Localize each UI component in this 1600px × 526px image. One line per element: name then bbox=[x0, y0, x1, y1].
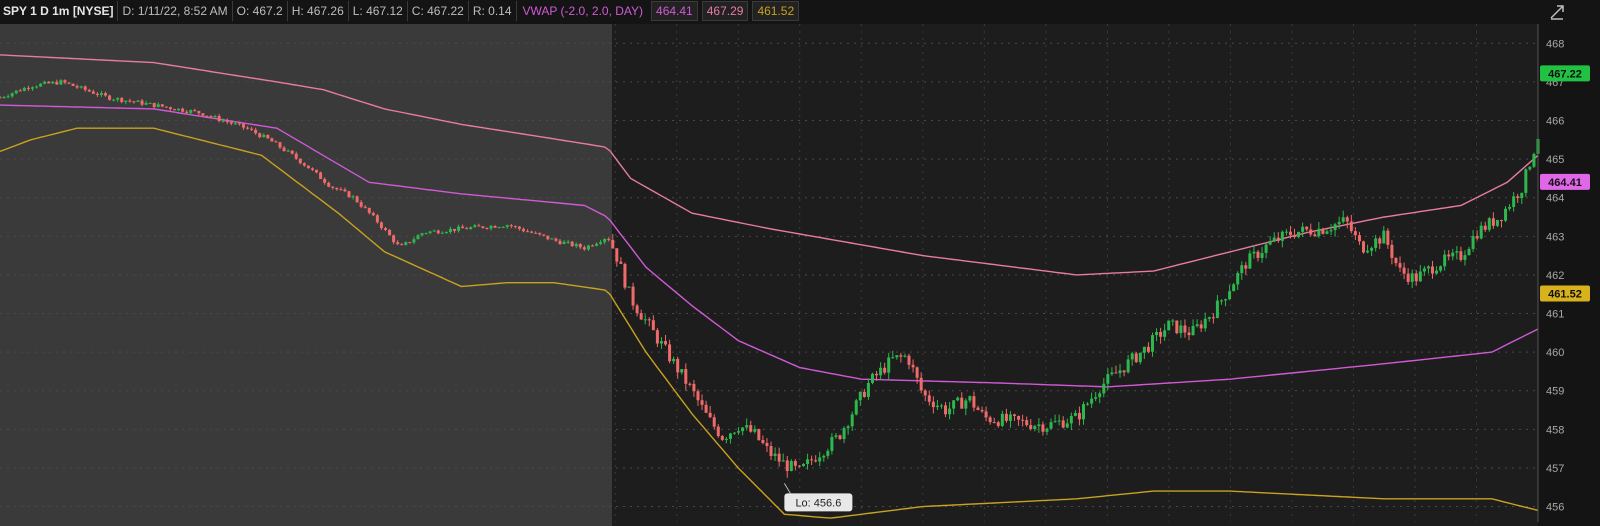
candle bbox=[388, 229, 392, 236]
low-marker-label: Lo: 456.6 bbox=[795, 497, 841, 509]
chart-app: { "header": { "symbol": "SPY 1 D 1m [NYS… bbox=[0, 0, 1600, 526]
candle bbox=[306, 165, 310, 169]
candle bbox=[623, 262, 627, 290]
y-tick-label: 459 bbox=[1546, 386, 1564, 398]
y-tick-label: 460 bbox=[1546, 347, 1564, 359]
price-tag: 464.41 bbox=[1540, 173, 1590, 190]
candle bbox=[1487, 216, 1491, 232]
price-chart[interactable]: 468467466465464463462461460459458457456 … bbox=[0, 0, 1600, 526]
y-tick-label: 456 bbox=[1546, 502, 1564, 514]
y-tick-label: 462 bbox=[1546, 270, 1564, 282]
candle bbox=[757, 428, 761, 441]
y-tick-label: 465 bbox=[1546, 154, 1564, 166]
price-tag: 461.52 bbox=[1540, 285, 1590, 302]
candle bbox=[108, 94, 112, 101]
candle bbox=[408, 242, 412, 244]
price-tag-label: 464.41 bbox=[1548, 177, 1582, 189]
candle bbox=[347, 190, 351, 198]
y-tick-label: 468 bbox=[1546, 38, 1564, 50]
y-tick-label: 466 bbox=[1546, 116, 1564, 128]
price-tag-label: 461.52 bbox=[1548, 288, 1582, 300]
candle bbox=[570, 240, 574, 247]
price-axis[interactable]: 468467466465464463462461460459458457456 bbox=[1537, 24, 1564, 522]
candle bbox=[201, 113, 205, 117]
price-tag-label: 467.22 bbox=[1548, 68, 1582, 80]
y-tick-label: 461 bbox=[1546, 309, 1564, 321]
y-tick-label: 464 bbox=[1546, 193, 1564, 205]
y-tick-label: 463 bbox=[1546, 231, 1564, 243]
y-tick-label: 457 bbox=[1546, 463, 1564, 475]
candle bbox=[355, 195, 359, 203]
y-tick-label: 458 bbox=[1546, 424, 1564, 436]
candle bbox=[854, 398, 858, 416]
candle bbox=[1532, 152, 1536, 169]
candle bbox=[870, 372, 874, 385]
candle bbox=[375, 213, 379, 224]
candle bbox=[1134, 351, 1138, 364]
candle bbox=[1524, 168, 1528, 197]
candle bbox=[627, 286, 631, 288]
candle bbox=[71, 83, 75, 87]
candle bbox=[1362, 240, 1366, 254]
candle bbox=[319, 171, 323, 180]
price-tags: 467.22 464.41 461.52 bbox=[1540, 65, 1590, 302]
candle bbox=[266, 134, 270, 139]
price-tag: 467.22 bbox=[1540, 65, 1590, 82]
candle bbox=[1167, 320, 1171, 331]
candle bbox=[1175, 320, 1179, 335]
